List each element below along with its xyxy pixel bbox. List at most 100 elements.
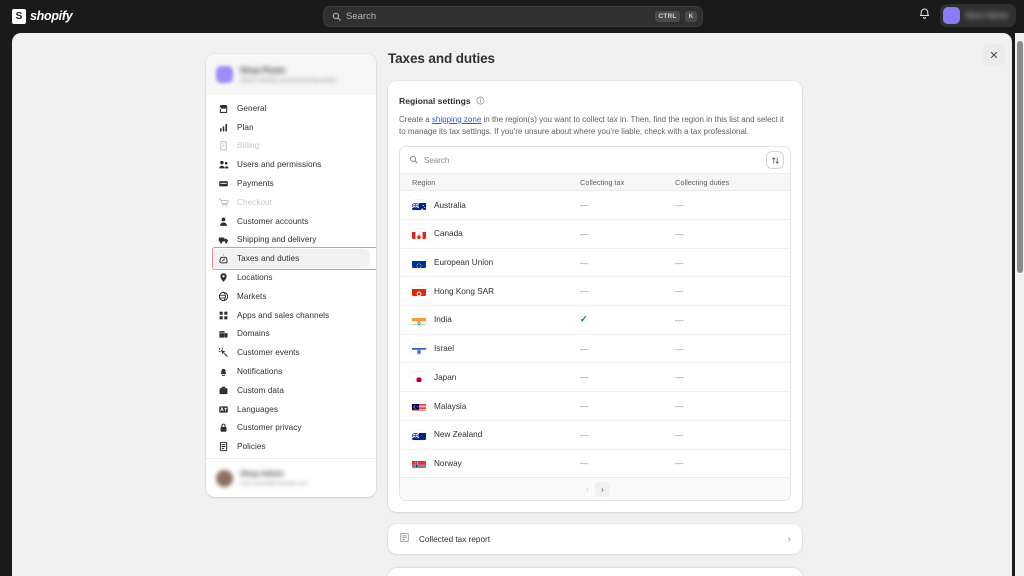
close-icon[interactable]: ✕ <box>983 44 1005 66</box>
regional-settings-card: Regional settings Create a shipping zone… <box>388 81 802 513</box>
flag-icon-nz <box>412 430 426 440</box>
bell-icon[interactable] <box>918 7 931 25</box>
account-menu-button[interactable]: Store Name <box>940 4 1016 27</box>
region-name: India <box>434 315 452 325</box>
store-avatar <box>216 66 233 83</box>
sidebar-item-label: Plan <box>237 122 254 132</box>
sidebar-item-label: Notifications <box>237 366 283 376</box>
store-domain: admin.shopify.com/store/shop-pixels <box>240 77 337 84</box>
collecting-tax-value: — <box>580 343 589 354</box>
sidebar-item-languages[interactable]: Languages <box>212 400 370 419</box>
table-row[interactable]: New Zealand — — <box>400 420 790 450</box>
table-row[interactable]: Australia — — <box>400 191 790 221</box>
sidebar-item-label: Users and permissions <box>237 160 322 170</box>
table-row[interactable]: Japan — — <box>400 363 790 393</box>
table-row[interactable]: Norway — — <box>400 449 790 479</box>
sidebar-item-label: Billing <box>237 141 260 151</box>
collecting-tax-value: ✓ <box>580 314 588 325</box>
table-row[interactable]: Hong Kong SAR — — <box>400 277 790 307</box>
collecting-duties-value: — <box>675 314 684 325</box>
sidebar-item-checkout: Checkout <box>212 193 370 212</box>
sidebar-item-label: Locations <box>237 272 273 282</box>
tax-icon <box>218 253 229 264</box>
region-name: Hong Kong SAR <box>434 286 495 296</box>
collected-tax-report-row[interactable]: Collected tax report › <box>388 524 802 555</box>
pagination: ‹ › <box>400 478 790 501</box>
sidebar-item-locations[interactable]: Locations <box>212 268 370 287</box>
sidebar-item-policies[interactable]: Policies <box>212 437 370 456</box>
report-icon <box>399 530 410 548</box>
regional-settings-header: Regional settings <box>399 92 791 110</box>
region-name: Israel <box>434 344 455 354</box>
region-name: Malaysia <box>434 401 467 411</box>
regions-table-body: Australia — — Canada — — European Union — — Hong … <box>400 191 790 479</box>
page-scrollbar[interactable] <box>1015 33 1024 576</box>
collecting-duties-value: — <box>675 200 684 211</box>
sidebar-item-customer-events[interactable]: Customer events <box>212 343 370 362</box>
flag-icon-hk <box>412 286 426 297</box>
regions-search-input[interactable]: Search <box>424 156 760 165</box>
pagination-next-button[interactable]: › <box>595 481 610 497</box>
shopify-wordmark: shopify <box>30 9 73 23</box>
table-row[interactable]: Israel — — <box>400 334 790 364</box>
flag-icon-eu <box>412 258 426 268</box>
scrollbar-thumb[interactable] <box>1016 41 1023 273</box>
regions-search-row: Search <box>400 147 790 174</box>
globe-icon <box>218 291 229 302</box>
shopify-logo[interactable]: S shopify <box>12 8 73 24</box>
sidebar-item-shipping-and-delivery[interactable]: Shipping and delivery <box>212 231 370 250</box>
collecting-tax-value: — <box>580 429 589 440</box>
settings-main-column: Taxes and duties Regional settings Creat… <box>388 51 802 576</box>
lock-icon <box>218 422 229 433</box>
region-cell: Hong Kong SAR <box>400 286 580 297</box>
region-name: New Zealand <box>434 430 483 440</box>
desc-text-before: Create a <box>399 115 432 124</box>
table-row[interactable]: European Union — — <box>400 248 790 278</box>
flag-icon-il <box>412 344 426 354</box>
region-name: European Union <box>434 258 494 268</box>
sidebar-item-plan[interactable]: Plan <box>212 118 370 137</box>
shortcut-k: K <box>685 11 697 22</box>
table-row[interactable]: Malaysia — — <box>400 392 790 421</box>
languages-icon <box>218 404 229 415</box>
sidebar-item-users-and-permissions[interactable]: Users and permissions <box>212 155 370 174</box>
sidebar-store-card[interactable]: Shop Pixels admin.shopify.com/store/shop… <box>206 54 376 95</box>
sidebar-nav-list: General Plan Billing Users and permissions P… <box>206 95 376 458</box>
sidebar-item-domains[interactable]: Domains <box>212 325 370 344</box>
sidebar-item-label: Shipping and delivery <box>237 235 317 245</box>
collecting-tax-value: — <box>580 200 589 211</box>
sidebar-item-label: Domains <box>237 329 270 339</box>
global-search-input[interactable]: Search CTRL K <box>323 6 703 27</box>
sidebar-item-payments[interactable]: Payments <box>212 174 370 193</box>
sidebar-item-markets[interactable]: Markets <box>212 287 370 306</box>
flag-icon-au <box>412 200 426 211</box>
sidebar-item-apps-and-sales-channels[interactable]: Apps and sales channels <box>212 306 370 325</box>
sidebar-item-taxes-and-duties[interactable]: Taxes and duties <box>212 246 376 270</box>
flag-icon-no <box>412 458 426 469</box>
sidebar-item-custom-data[interactable]: Custom data <box>212 381 370 400</box>
top-bar: S shopify Search CTRL K Store Name <box>0 0 1024 32</box>
sidebar-item-customer-privacy[interactable]: Customer privacy <box>212 419 370 438</box>
shortcut-ctrl: CTRL <box>654 11 681 22</box>
sidebar-item-customer-accounts[interactable]: Customer accounts <box>212 212 370 231</box>
settings-sidebar: Shop Pixels admin.shopify.com/store/shop… <box>206 54 376 497</box>
sidebar-item-general[interactable]: General <box>212 99 370 118</box>
info-icon[interactable] <box>476 92 485 110</box>
sidebar-item-billing: Billing <box>212 137 370 156</box>
table-row[interactable]: India ✓ — <box>400 306 790 335</box>
chart-icon <box>218 122 229 133</box>
pin-icon <box>218 272 229 283</box>
sidebar-item-label: Customer privacy <box>237 423 302 433</box>
sort-icon[interactable] <box>766 151 784 170</box>
sidebar-item-notifications[interactable]: Notifications <box>212 362 370 381</box>
region-cell: Norway <box>400 458 580 469</box>
domain-icon <box>218 328 229 339</box>
cart-icon <box>218 197 229 208</box>
collecting-duties-value: — <box>675 343 684 354</box>
table-row[interactable]: Canada — — <box>400 220 790 249</box>
shipping-zone-link[interactable]: shipping zone <box>432 115 481 124</box>
truck-icon <box>218 234 229 245</box>
sidebar-user-card[interactable]: Shop Admin shop.admin@example.com <box>206 458 376 497</box>
collecting-tax-value: — <box>580 372 589 383</box>
pagination-prev-button[interactable]: ‹ <box>580 482 595 497</box>
